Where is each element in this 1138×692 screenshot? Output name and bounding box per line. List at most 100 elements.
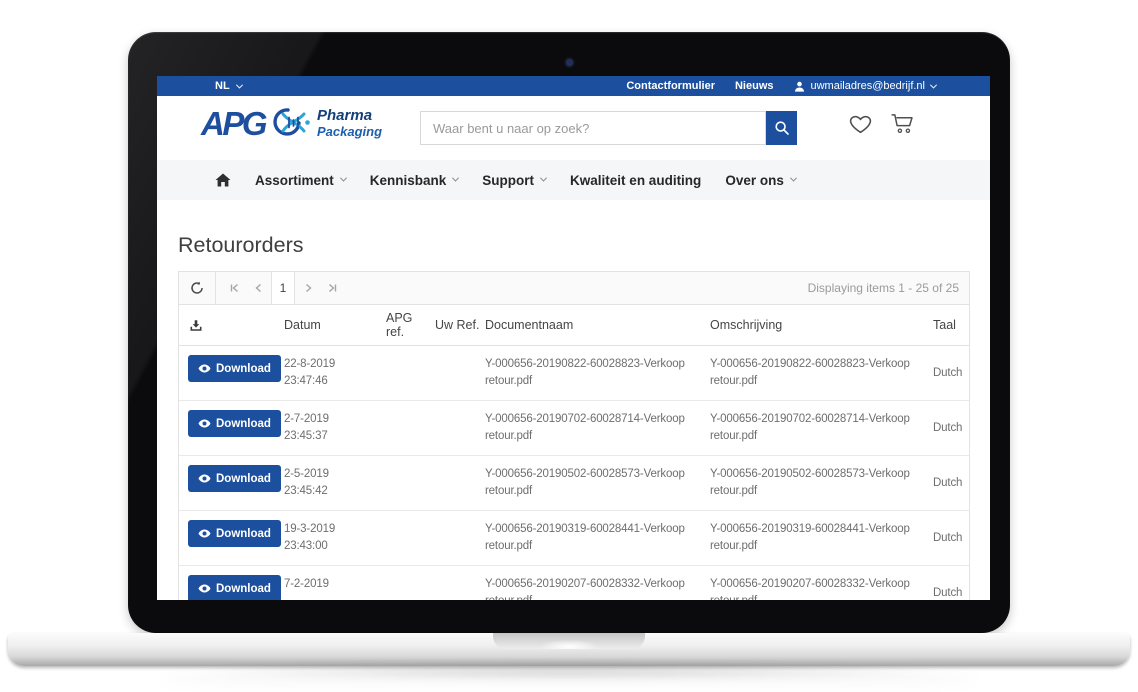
laptop-webcam [566,59,573,66]
row-taal-cell: Dutch [931,456,971,510]
nav-item-assortiment[interactable]: Assortiment [255,173,346,188]
table-row: Download 7-2-2019 Y-000656-20190207-6002… [179,566,969,600]
column-header-uw-ref[interactable]: Uw Ref. [431,318,481,332]
user-menu[interactable]: uwmailadres@bedrijf.nl [794,80,937,92]
download-button-label: Download [216,363,271,375]
row-omschrijving-cell: Y-000656-20190207-60028332-Verkoop retou… [705,566,931,600]
column-header-taal[interactable]: Taal [931,318,971,332]
table-row: Download 2-7-2019 23:45:37 Y-000656-2019… [179,401,969,456]
download-icon [189,319,203,332]
row-documentnaam-cell: Y-000656-20190702-60028714-Verkoop retou… [481,401,705,455]
seek-last-icon [327,282,339,294]
chevron-down-icon [540,174,547,181]
row-time: 23:47:46 [284,373,379,390]
row-download-cell: Download [179,401,279,455]
row-taal-cell: Dutch [931,511,971,565]
nav-home[interactable] [215,173,231,187]
row-datum-cell: 7-2-2019 [279,566,379,600]
topbar-links: Contactformulier Nieuws uwmailadres@bedr… [626,80,936,92]
eye-icon [198,364,211,373]
wishlist-button[interactable] [847,112,874,138]
column-header-documentnaam[interactable]: Documentnaam [481,318,705,332]
search-icon [774,120,790,136]
nav-item-kennisbank[interactable]: Kennisbank [370,173,459,188]
nieuws-link[interactable]: Nieuws [735,80,774,92]
row-documentnaam-cell: Y-000656-20190207-60028332-Verkoop retou… [481,566,705,600]
download-column-header[interactable] [179,319,279,332]
contactformulier-link[interactable]: Contactformulier [626,80,715,92]
prev-page-button[interactable] [246,272,271,304]
download-button-label: Download [216,473,271,485]
grid-header-row: Datum APG ref. Uw Ref. Documentnaam Omsc… [179,305,969,346]
row-date: 19-3-2019 [284,521,379,538]
retourorders-grid: 1 Displaying items 1 - 25 of 25 [178,271,970,600]
row-taal-cell: Dutch [931,566,971,600]
first-page-button[interactable] [221,272,246,304]
masthead: APG Pharma Packaging [157,96,990,160]
row-apg-ref-cell [379,346,431,400]
logo-brand-text: APG [201,107,265,140]
current-page[interactable]: 1 [271,272,295,304]
language-selector[interactable]: NL [215,80,242,92]
row-documentnaam-cell: Y-000656-20190822-60028823-Verkoop retou… [481,346,705,400]
column-header-apg-ref[interactable]: APG ref. [379,311,431,339]
heart-icon [847,112,874,135]
download-button[interactable]: Download [188,520,281,547]
row-uw-ref-cell [431,511,481,565]
row-apg-ref-cell [379,566,431,600]
row-download-cell: Download [179,346,279,400]
row-apg-ref-cell [379,456,431,510]
topbar: NL Contactformulier Nieuws uwmailadres@b… [157,76,990,96]
row-datum-cell: 22-8-2019 23:47:46 [279,346,379,400]
eye-icon [198,584,211,593]
search-bar [420,111,797,145]
download-button-label: Download [216,528,271,540]
logo[interactable]: APG Pharma Packaging [201,105,382,141]
row-date: 2-5-2019 [284,466,379,483]
row-documentnaam-cell: Y-000656-20190319-60028441-Verkoop retou… [481,511,705,565]
cart-icon [890,112,918,135]
row-date: 22-8-2019 [284,356,379,373]
column-header-datum[interactable]: Datum [279,318,379,332]
nav-item-support[interactable]: Support [482,173,546,188]
laptop-lid-notch [493,633,645,649]
download-button[interactable]: Download [188,355,281,382]
pager: 1 [221,272,345,304]
download-button[interactable]: Download [188,465,281,492]
user-email: uwmailadres@bedrijf.nl [811,80,926,92]
column-header-omschrijving[interactable]: Omschrijving [705,318,931,332]
nav-item-label: Kwaliteit en auditing [570,173,701,188]
row-omschrijving-cell: Y-000656-20190702-60028714-Verkoop retou… [705,401,931,455]
nav-item-over-ons[interactable]: Over ons [725,173,796,188]
eye-icon [198,474,211,483]
nav-item-label: Assortiment [255,173,334,188]
download-button[interactable]: Download [188,575,281,600]
seek-first-icon [228,282,240,294]
search-button[interactable] [766,111,797,145]
main-nav: Assortiment Kennisbank Support Kwaliteit… [157,160,990,200]
row-datum-cell: 19-3-2019 23:43:00 [279,511,379,565]
chevron-down-icon [452,174,459,181]
refresh-button[interactable] [179,272,216,304]
pager-status: Displaying items 1 - 25 of 25 [808,281,969,295]
table-row: Download 19-3-2019 23:43:00 Y-000656-201… [179,511,969,566]
eye-icon [198,529,211,538]
row-omschrijving-cell: Y-000656-20190319-60028441-Verkoop retou… [705,511,931,565]
nav-item-kwaliteit-en-auditing[interactable]: Kwaliteit en auditing [570,173,701,188]
row-uw-ref-cell [431,566,481,600]
row-time: 23:45:37 [284,428,379,445]
row-taal-cell: Dutch [931,401,971,455]
download-button[interactable]: Download [188,410,281,437]
row-documentnaam-cell: Y-000656-20190502-60028573-Verkoop retou… [481,456,705,510]
chevron-down-icon [236,81,243,88]
nav-item-label: Over ons [725,173,784,188]
browser-viewport: NL Contactformulier Nieuws uwmailadres@b… [157,76,990,600]
cart-button[interactable] [890,112,918,138]
next-page-button[interactable] [295,272,320,304]
search-input[interactable] [420,111,766,145]
last-page-button[interactable] [320,272,345,304]
row-time: 23:43:00 [284,538,379,555]
row-download-cell: Download [179,511,279,565]
download-button-label: Download [216,418,271,430]
logo-tagline: Pharma Packaging [317,108,382,138]
